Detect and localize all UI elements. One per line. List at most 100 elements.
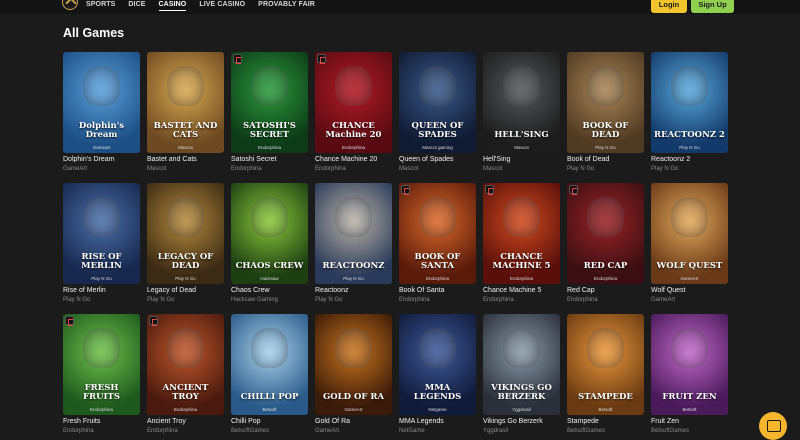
game-name[interactable]: Satoshi Secret	[231, 156, 277, 163]
casino-logo-icon[interactable]	[62, 0, 78, 10]
game-name[interactable]: Book Of Santa	[399, 287, 445, 294]
game-artwork	[587, 197, 624, 237]
game-name[interactable]: Vikings Go Berzerk	[483, 418, 543, 425]
game-name[interactable]: Fresh Fruits	[63, 418, 100, 425]
game-thumbnail[interactable]: ANCIENT TROY Endorphina	[147, 314, 224, 415]
game-thumbnail[interactable]: CHILLI POP Betsoft	[231, 314, 308, 415]
game-thumbnail[interactable]: CHANCE Machine 20 Endorphina	[315, 52, 392, 153]
game-thumbnail[interactable]: FRESH FRUITS Endorphina	[63, 314, 140, 415]
game-thumbnail[interactable]: WOLF QUEST GameArt	[651, 183, 728, 284]
game-name[interactable]: Reactoonz 2	[651, 156, 690, 163]
game-card[interactable]: STAMPEDE Betsoft Stampede BetsoftGames	[567, 314, 644, 439]
game-card[interactable]: HELL'SING Mascot Hell'Sing Mascot	[483, 52, 560, 177]
game-thumbnail[interactable]: BOOK OF DEAD Play N Go	[567, 52, 644, 153]
game-thumbnail[interactable]: CHAOS CREW Hacksaw	[231, 183, 308, 284]
game-thumbnail[interactable]: REACTOONZ Play N Go	[315, 183, 392, 284]
game-thumbnail[interactable]: CHANCE MACHINE 5 Endorphina	[483, 183, 560, 284]
nav-casino[interactable]: CASINO	[158, 0, 187, 11]
game-card[interactable]: WOLF QUEST GameArt Wolf Quest GameArt	[651, 183, 728, 308]
game-provider: Play N Go	[147, 297, 175, 303]
game-name[interactable]: Ancient Troy	[147, 418, 186, 425]
thumbnail-provider: Play N Go	[175, 276, 196, 281]
nav-sports[interactable]: SPORTS	[86, 0, 115, 14]
game-card[interactable]: QUEEN OF SPADES Mascot gaming Queen of Spa…	[399, 52, 476, 177]
game-name[interactable]: Reactoonz	[315, 287, 348, 294]
game-card[interactable]: ANCIENT TROY Endorphina Ancient Troy Endorp…	[147, 314, 224, 439]
game-card[interactable]: CHANCE MACHINE 5 Endorphina Chance Machine…	[483, 183, 560, 308]
game-card[interactable]: BOOK OF SANTA Endorphina Book Of Santa Endo…	[399, 183, 476, 308]
game-name[interactable]: Legacy of Dead	[147, 287, 196, 294]
game-card[interactable]: VIKINGS GO BERZERK Yggdrasil Vikings Go Be…	[483, 314, 560, 439]
nav-dice[interactable]: DICE	[128, 0, 145, 14]
game-card[interactable]: CHILLI POP Betsoft Chilli Pop BetsoftGames	[231, 314, 308, 439]
nav-provably-fair[interactable]: PROVABLY FAIR	[258, 0, 315, 14]
chat-icon[interactable]	[759, 412, 787, 440]
thumbnail-title: Dolphin's Dream	[78, 121, 125, 140]
game-name[interactable]: Rise of Merlin	[63, 287, 106, 294]
game-thumbnail[interactable]: STAMPEDE Betsoft	[567, 314, 644, 415]
game-name[interactable]: Queen of Spades	[399, 156, 454, 163]
game-thumbnail[interactable]: QUEEN OF SPADES Mascot gaming	[399, 52, 476, 153]
game-name[interactable]: Hell'Sing	[483, 156, 510, 163]
game-name[interactable]: Bastet and Cats	[147, 156, 197, 163]
game-name[interactable]: Wolf Quest	[651, 287, 686, 294]
game-name[interactable]: Chaos Crew	[231, 287, 270, 294]
game-thumbnail[interactable]: RED CAP Endorphina	[567, 183, 644, 284]
game-card[interactable]: Dolphin's Dream Gameart Dolphin's Dream Gam…	[63, 52, 140, 177]
game-thumbnail[interactable]: Dolphin's Dream Gameart	[63, 52, 140, 153]
game-thumbnail[interactable]: LEGACY OF DEAD Play N Go	[147, 183, 224, 284]
game-name[interactable]: Book of Dead	[567, 156, 609, 163]
game-card[interactable]: MMA LEGENDS Netgame MMA Legends NetGame	[399, 314, 476, 439]
game-provider: Mascot	[147, 166, 167, 172]
game-card[interactable]: LEGACY OF DEAD Play N Go Legacy of Dead Pla…	[147, 183, 224, 308]
game-card[interactable]: REACTOONZ 2 Play N Go Reactoonz 2 Play N Go	[651, 52, 728, 177]
game-thumbnail[interactable]: HELL'SING Mascot	[483, 52, 560, 153]
game-thumbnail[interactable]: VIKINGS GO BERZERK Yggdrasil	[483, 314, 560, 415]
thumbnail-provider: Play N Go	[91, 276, 112, 281]
login-button[interactable]: Login	[651, 0, 687, 13]
game-name[interactable]: Chance Machine 5	[483, 287, 541, 294]
thumbnail-provider: Betsoft	[598, 407, 613, 412]
game-thumbnail[interactable]: RISE OF MERLIN Play N Go	[63, 183, 140, 284]
game-card[interactable]: RISE OF MERLIN Play N Go Rise of Merlin Pla…	[63, 183, 140, 308]
game-card[interactable]: CHAOS CREW Hacksaw Chaos Crew Hacksaw Gamin…	[231, 183, 308, 308]
game-thumbnail[interactable]: SATOSHI'S SECRET Endorphina	[231, 52, 308, 153]
game-card[interactable]: RED CAP Endorphina Red Cap Endorphina	[567, 183, 644, 308]
game-card[interactable]: REACTOONZ Play N Go Reactoonz Play N Go	[315, 183, 392, 308]
game-provider: Play N Go	[63, 297, 91, 303]
game-card[interactable]: SATOSHI'S SECRET Endorphina Satoshi Secret…	[231, 52, 308, 177]
game-thumbnail[interactable]: GOLD OF RA GameArt	[315, 314, 392, 415]
endorphina-badge-icon	[401, 185, 410, 195]
endorphina-badge-icon	[149, 316, 158, 326]
game-card[interactable]: BASTET AND CATS Mascot Bastet and Cats Masc…	[147, 52, 224, 177]
game-card[interactable]: BOOK OF DEAD Play N Go Book of Dead Play N …	[567, 52, 644, 177]
thumbnail-title: BOOK OF SANTA	[414, 252, 461, 271]
game-card[interactable]: CHANCE Machine 20 Endorphina Chance Machin…	[315, 52, 392, 177]
game-thumbnail[interactable]: FRUIT ZEN Betsoft	[651, 314, 728, 415]
game-name[interactable]: Stampede	[567, 418, 599, 425]
game-name[interactable]: Dolphin's Dream	[63, 156, 115, 163]
thumbnail-provider: GameArt	[680, 276, 699, 281]
game-artwork	[83, 328, 120, 368]
game-provider: Play N Go	[651, 166, 679, 172]
game-provider: BetsoftGames	[567, 428, 606, 434]
game-thumbnail[interactable]: BOOK OF SANTA Endorphina	[399, 183, 476, 284]
game-name[interactable]: Red Cap	[567, 287, 595, 294]
game-name[interactable]: Gold Of Ra	[315, 418, 350, 425]
game-card[interactable]: GOLD OF RA GameArt Gold Of Ra GameArt	[315, 314, 392, 439]
game-thumbnail[interactable]: MMA LEGENDS Netgame	[399, 314, 476, 415]
thumbnail-provider: Endorphina	[341, 145, 366, 150]
game-name[interactable]: MMA Legends	[399, 418, 444, 425]
game-provider: NetGame	[399, 428, 425, 434]
game-name[interactable]: Chilli Pop	[231, 418, 261, 425]
game-card[interactable]: FRUIT ZEN Betsoft Fruit Zen BetsoftGames	[651, 314, 728, 439]
game-name[interactable]: Fruit Zen	[651, 418, 679, 425]
game-thumbnail[interactable]: REACTOONZ 2 Play N Go	[651, 52, 728, 153]
game-name[interactable]: Chance Machine 20	[315, 156, 377, 163]
game-artwork	[83, 66, 120, 106]
game-thumbnail[interactable]: BASTET AND CATS Mascot	[147, 52, 224, 153]
nav-live-casino[interactable]: LIVE CASINO	[199, 0, 245, 14]
signup-button[interactable]: Sign Up	[691, 0, 734, 13]
game-provider: Yggdrasil	[483, 428, 509, 434]
game-card[interactable]: FRESH FRUITS Endorphina Fresh Fruits Endorp…	[63, 314, 140, 439]
